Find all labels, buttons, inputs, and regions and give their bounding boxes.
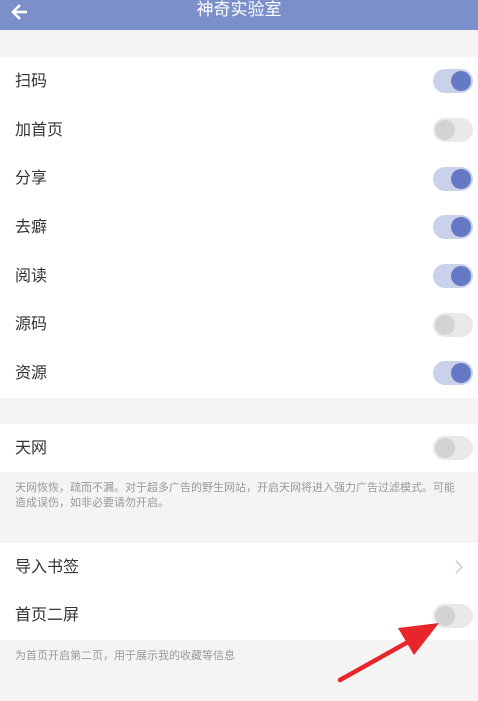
toggle-knob [451,71,471,92]
row-label-second-screen: 首页二屏 [15,605,80,624]
toggle-knob [435,605,455,626]
row-feature-6[interactable]: 资源 [0,349,478,398]
row-feature-5[interactable]: 源码 [0,300,478,349]
row-feature-0[interactable]: 扫码 [0,57,478,106]
toggle-knob [451,266,471,287]
row-label: 资源 [15,363,48,383]
toggle-second-screen[interactable] [433,603,473,628]
toggle-knob [451,168,471,189]
toggle-switch[interactable] [433,118,473,143]
row-second-screen[interactable]: 首页二屏 [0,591,478,640]
row-label: 分享 [15,168,48,188]
toggle-switch[interactable] [433,166,473,191]
row-label: 去癖 [15,217,48,237]
row-tianwang[interactable]: 天网 [0,424,478,472]
row-label: 阅读 [15,265,48,285]
feature-toggle-group: 扫码加首页分享去癖阅读源码资源 [0,57,478,398]
row-label: 源码 [15,314,48,334]
row-label: 扫码 [15,71,48,90]
toggle-switch[interactable] [433,264,473,289]
chevron-right-icon [455,560,463,574]
tianwang-group: 天网 [0,424,478,472]
toggle-knob [435,120,455,141]
page-title: 神奇实验室 [196,0,282,20]
toggle-knob [451,363,471,384]
toggle-tianwang[interactable] [433,436,473,460]
toggle-switch[interactable] [433,312,473,337]
toggle-switch[interactable] [433,69,473,94]
toggle-switch[interactable] [433,361,473,386]
row-label-import-bookmarks: 导入书签 [15,557,80,576]
row-label-tianwang: 天网 [15,438,48,457]
header-bar: 神奇实验室 [0,0,478,30]
toggle-knob [435,438,455,458]
second-screen-description: 为首页开启第二页，用于展示我的收藏等信息 [15,649,235,662]
homepage-group: 导入书签 首页二屏 [0,543,478,640]
row-import-bookmarks[interactable]: 导入书签 [0,543,478,591]
row-feature-1[interactable]: 加首页 [0,106,478,155]
row-feature-2[interactable]: 分享 [0,154,478,203]
toggle-switch[interactable] [433,215,473,240]
tianwang-description: 天网恢恢，疏而不漏。对于超多广告的野生网站，开启天网将进入强力广告过滤模式。可能… [15,481,455,509]
toggle-knob [435,314,455,335]
row-feature-3[interactable]: 去癖 [0,203,478,252]
row-feature-4[interactable]: 阅读 [0,252,478,301]
row-label: 加首页 [15,119,64,139]
toggle-knob [451,217,471,238]
